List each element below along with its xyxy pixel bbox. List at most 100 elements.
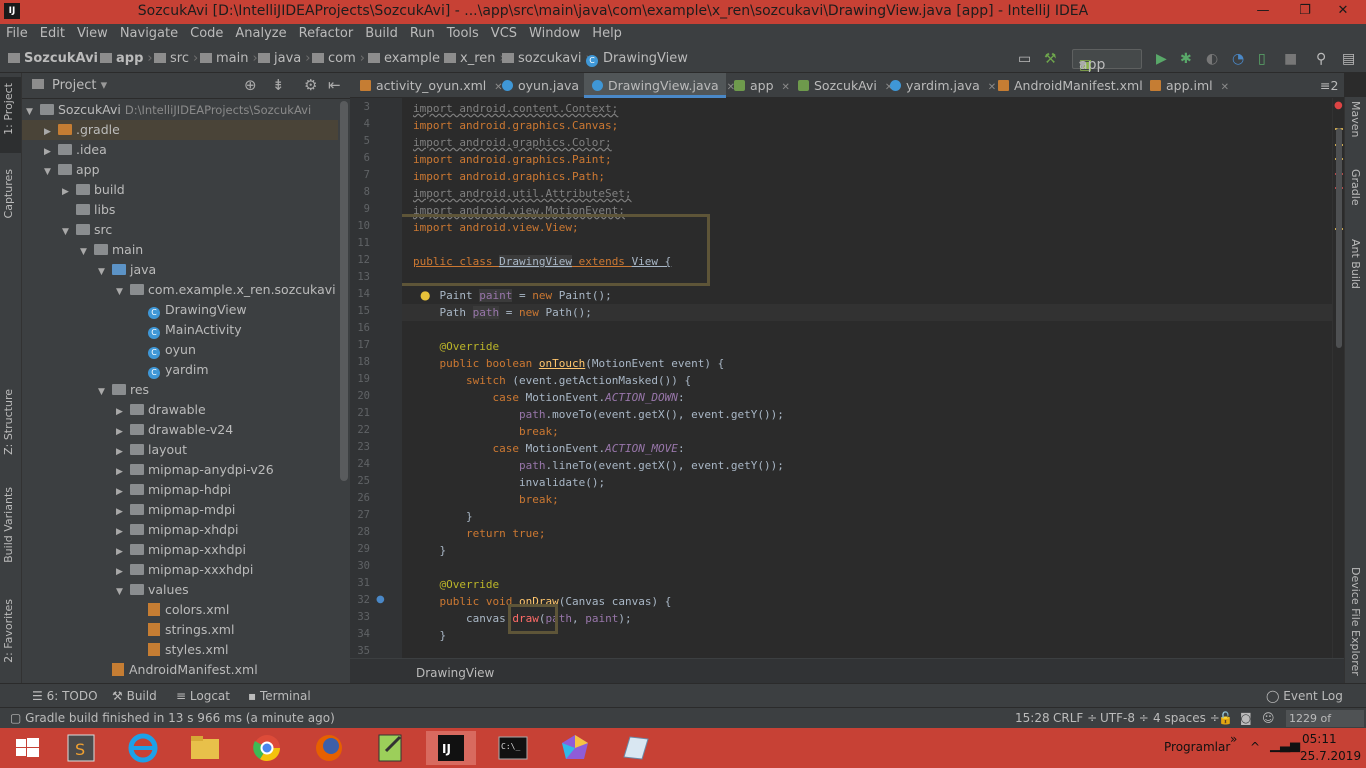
chevron-caret-icon[interactable]: ^ [1250, 740, 1260, 754]
taskbar-sticky-icon[interactable] [610, 731, 660, 765]
tool-tab-maven[interactable]: Maven [1349, 101, 1362, 137]
tree-item[interactable]: ▼ main [22, 240, 338, 260]
taskbar-paint3d-icon[interactable] [550, 731, 600, 765]
tool-tab-event-log[interactable]: ◯ Event Log [1266, 689, 1343, 703]
tree-item[interactable]: ▼ src [22, 220, 338, 240]
tree-item[interactable]: ▶ mipmap-hdpi [22, 480, 338, 500]
tool-tab-captures[interactable]: Captures [2, 169, 15, 218]
expand-arrow-icon[interactable]: ▼ [62, 222, 76, 242]
inspector-icon[interactable]: ◙ [1240, 711, 1252, 725]
taskbar-sublime-icon[interactable]: S [56, 731, 106, 765]
expand-arrow-icon[interactable]: ▶ [116, 542, 130, 562]
taskbar-ie-icon[interactable] [118, 731, 168, 765]
nav-crumb-project[interactable]: SozcukAvi› [8, 51, 107, 66]
minimize-button[interactable]: — [1248, 0, 1278, 24]
nav-crumb-src[interactable]: src › [154, 51, 198, 66]
tool-tab-structure[interactable]: Z: Structure [2, 389, 15, 455]
tree-item[interactable]: ▶ .gradle [22, 120, 338, 140]
editor-tab[interactable]: SozcukAvi ✕ [790, 73, 893, 98]
tree-item[interactable]: ▶ drawable-v24 [22, 420, 338, 440]
nav-crumb-com[interactable]: com › [312, 51, 365, 66]
expand-arrow-icon[interactable]: ▶ [116, 422, 130, 442]
tree-item[interactable]: ▶ mipmap-mdpi [22, 500, 338, 520]
expand-arrow-icon[interactable]: ▶ [116, 522, 130, 542]
nav-crumb-drawingview[interactable]: C DrawingView [586, 51, 688, 67]
tool-tab-gradle[interactable]: Gradle [1349, 169, 1362, 206]
tool-tab-build[interactable]: ⚒ Build [112, 689, 157, 703]
run-icon[interactable]: ▶ [1156, 51, 1167, 67]
nav-crumb-app[interactable]: app › [100, 51, 153, 66]
tree-item[interactable]: ▶ mipmap-anydpi-v26 [22, 460, 338, 480]
expand-arrow-icon[interactable]: ▶ [44, 122, 58, 142]
menu-build[interactable]: Build [359, 24, 404, 41]
coverage-icon[interactable]: ◐ [1206, 51, 1218, 67]
status-message[interactable]: ▢ Gradle build finished in 13 s 966 ms (… [10, 711, 335, 725]
editor-scrollbar-thumb[interactable] [1336, 128, 1342, 348]
expand-arrow-icon[interactable]: ▼ [44, 162, 58, 182]
tool-tab-ant-build[interactable]: Ant Build [1349, 239, 1362, 289]
expand-arrow-icon[interactable]: ▼ [116, 282, 130, 302]
expand-arrow-icon[interactable]: ▶ [116, 502, 130, 522]
chevron-up-icon[interactable]: » [1230, 732, 1237, 746]
debug-icon[interactable]: ✱ [1180, 51, 1192, 67]
tool-tab-terminal[interactable]: ▪ Terminal [248, 689, 311, 703]
expand-arrow-icon[interactable]: ▶ [116, 442, 130, 462]
expand-arrow-icon[interactable]: ▶ [116, 562, 130, 582]
breadcrumb-class[interactable]: DrawingView [416, 666, 494, 680]
indent-setting[interactable]: 4 spaces ÷ [1153, 711, 1220, 725]
taskbar-chrome-icon[interactable] [242, 731, 292, 765]
expand-arrow-icon[interactable]: ▶ [62, 182, 76, 202]
nav-crumb-java[interactable]: java › [258, 51, 310, 66]
tree-item[interactable]: Cyardim [22, 360, 338, 380]
tool-tab-device-file-explorer[interactable]: Device File Explorer [1349, 567, 1362, 676]
menu-code[interactable]: Code [184, 24, 229, 41]
tree-item[interactable]: ▼ com.example.x_ren.sozcukavi [22, 280, 338, 300]
menu-window[interactable]: Window [523, 24, 586, 41]
expand-arrow-icon[interactable]: ▶ [44, 142, 58, 162]
file-encoding[interactable]: UTF-8 ÷ [1100, 711, 1149, 725]
taskbar-intellij-icon[interactable]: IJ [426, 731, 476, 765]
search-icon[interactable]: ⚲ [1316, 51, 1326, 67]
tree-item[interactable]: ▼ res [22, 380, 338, 400]
tree-item[interactable]: C MainActivity [22, 320, 338, 340]
nav-crumb-sozcukavi[interactable]: sozcukavi› [502, 51, 591, 66]
run-config-select[interactable]: ▣ app ▾ [1072, 49, 1142, 73]
taskbar-firefox-icon[interactable] [304, 731, 354, 765]
menu-file[interactable]: File [0, 24, 34, 41]
menu-tools[interactable]: Tools [441, 24, 485, 41]
restore-button[interactable]: ❐ [1290, 0, 1320, 24]
menu-analyze[interactable]: Analyze [229, 24, 292, 41]
editor-tab[interactable]: oyun.java✕ [494, 73, 595, 98]
editor-tab[interactable]: AndroidManifest.xml✕ [990, 73, 1159, 98]
clock-date[interactable]: 25.7.2019 [1300, 749, 1361, 763]
project-scrollbar[interactable] [340, 101, 348, 481]
tool-tab-project[interactable]: 1: Project [2, 83, 15, 135]
close-button[interactable]: ✕ [1328, 0, 1358, 24]
clock-time[interactable]: 05:11 [1302, 732, 1337, 746]
code-editor[interactable]: import android.content.Context; import a… [402, 98, 1332, 658]
taskbar-cmd-icon[interactable]: C:\_ [488, 731, 538, 765]
editor-tab[interactable]: activity_oyun.xml ✕ [352, 73, 503, 98]
menu-view[interactable]: View [71, 24, 114, 41]
gear-icon[interactable]: ⚙ [304, 76, 317, 94]
tree-item[interactable]: ▼ java [22, 260, 338, 280]
taskbar-programs-label[interactable]: Programlar [1164, 740, 1230, 754]
menu-help[interactable]: Help [586, 24, 628, 41]
sdk-manager-icon[interactable]: ▤ [1342, 51, 1355, 67]
memory-indicator[interactable]: 1229 of 1374M [1286, 710, 1364, 742]
tree-item[interactable]: ▶ layout [22, 440, 338, 460]
tool-tab-todo[interactable]: ☰ 6: TODO [32, 689, 98, 703]
tree-item[interactable]: styles.xml [22, 640, 338, 660]
collapse-all-icon[interactable]: ⇟ [272, 76, 285, 94]
network-icon[interactable]: ▁▃▅ [1270, 738, 1300, 753]
project-structure-icon[interactable]: ▭ [1018, 51, 1031, 67]
tree-item[interactable]: ▶ mipmap-xhdpi [22, 520, 338, 540]
line-separator[interactable]: CRLF ÷ [1053, 711, 1097, 725]
taskbar-notepad-icon[interactable] [366, 731, 416, 765]
tree-item[interactable]: libs [22, 200, 338, 220]
tool-tab-build-variants[interactable]: Build Variants [2, 487, 15, 563]
editor-tab[interactable]: app ✕ [726, 73, 790, 98]
tree-item[interactable]: ▶ drawable [22, 400, 338, 420]
tree-item[interactable]: ▶ mipmap-xxxhdpi [22, 560, 338, 580]
editor-tab[interactable]: yardim.java ✕ [882, 73, 996, 98]
